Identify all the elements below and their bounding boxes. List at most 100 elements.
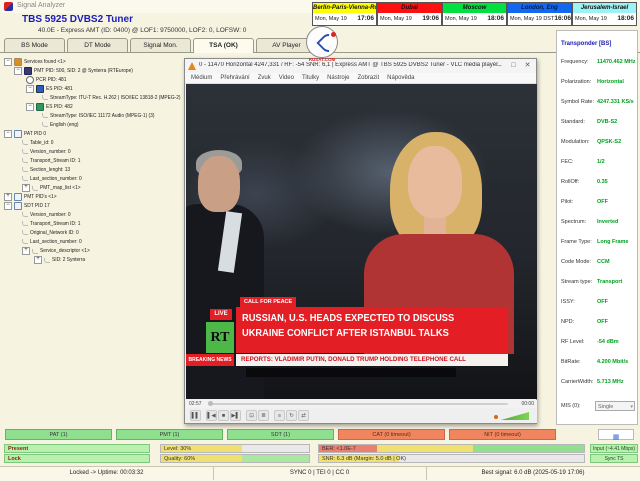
stop-button[interactable]: ■ — [218, 410, 229, 421]
extended-settings-button[interactable]: ≣ — [258, 410, 269, 421]
vlc-maximize-icon[interactable]: □ — [507, 61, 520, 71]
param-label: Frame Type: — [561, 239, 592, 245]
psi-table-button[interactable]: ▦ — [598, 429, 634, 440]
playlist-button[interactable]: ≡ — [274, 410, 285, 421]
clock-city: Dubai — [378, 3, 441, 13]
leaf-connector-icon — [42, 122, 48, 127]
quality-bar: Quality: 60% — [160, 454, 310, 463]
collapse-icon[interactable]: − — [14, 67, 22, 75]
param-label: NPD: — [561, 319, 574, 325]
news-kicker: CALL FOR PEACE — [240, 297, 296, 307]
leaf-connector-icon — [42, 113, 48, 118]
param-value: QPSK-S2 — [597, 139, 621, 145]
tree-item[interactable]: −PAT PID 0 — [4, 130, 49, 139]
rt-logo: RT — [206, 322, 234, 353]
next-button[interactable]: ▶▌ — [230, 410, 241, 421]
param-label: FEC: — [561, 159, 574, 165]
tree-item[interactable]: Version_number: 0 — [22, 148, 76, 157]
tree-item[interactable]: +Service_descriptor <1> — [22, 247, 97, 256]
tree-item[interactable]: PCR PID: 481 — [26, 76, 71, 85]
level-bar: Level: 30% — [160, 444, 310, 453]
collapse-icon[interactable]: − — [4, 58, 12, 66]
video-area[interactable]: CALL FOR PEACE LIVE RT RUSSIAN, U.S. HEA… — [186, 84, 537, 399]
vlc-minimize-icon[interactable]: – — [493, 61, 506, 71]
tree-item[interactable]: StreamType: ITU-T Rec. H.262 | ISO/IEC 1… — [42, 94, 182, 103]
leaf-connector-icon — [22, 149, 28, 154]
tab-signal-mon[interactable]: Signal Mon. — [130, 38, 191, 52]
tab-tsa[interactable]: TSA (OK) — [193, 38, 254, 53]
menu-help[interactable]: Nápověda — [387, 75, 414, 81]
volume-slider[interactable] — [501, 412, 529, 420]
psi-sdt: SDT (1) — [227, 429, 334, 440]
tree-item[interactable]: Transport_Stream ID: 1 — [22, 220, 87, 229]
tree-item[interactable]: Section_lenght: 13 — [22, 166, 76, 175]
tree-item[interactable]: Version_number: 0 — [22, 211, 76, 220]
snr-bar: SNR: 6.3 dB (Margin: 5.0 dB | OK) — [318, 454, 585, 463]
param-value: Horizontal — [597, 79, 624, 85]
collapse-icon[interactable]: − — [26, 103, 34, 111]
tree-item[interactable]: +PMT_map_list <1> — [22, 184, 86, 193]
tree-item[interactable]: StreamType: ISO/IEC 11172 Audio (MPEG-1)… — [42, 112, 169, 121]
sync-ts-indicator: Sync TS — [590, 454, 638, 463]
loop-button[interactable]: ↻ — [286, 410, 297, 421]
pause-button[interactable]: ▌▌ — [190, 410, 201, 421]
mis-dropdown[interactable]: Single▾ — [595, 401, 635, 411]
fullscreen-button[interactable]: ⊡ — [246, 410, 257, 421]
tree-item[interactable]: −PMT PID: 500, SID: 2 @ Synterra (RTEuro… — [14, 67, 146, 76]
collapse-icon[interactable]: − — [4, 202, 12, 210]
tab-bs-mode[interactable]: BS Mode — [4, 38, 65, 52]
clock-date: Mon, May 19 — [575, 13, 607, 25]
app-icon — [4, 2, 13, 11]
previous-button[interactable]: ▌◀ — [206, 410, 217, 421]
clock-time: 17:06 — [357, 13, 374, 25]
status-best-signal: Best signal: 6.0 dB (2025-05-19 17:06) — [426, 467, 640, 480]
expand-icon[interactable]: + — [22, 247, 30, 255]
param-label: Modulation: — [561, 139, 589, 145]
tree-item[interactable]: Last_section_number: 0 — [22, 238, 89, 247]
menu-playback[interactable]: Přehrávání — [220, 75, 249, 81]
menu-media[interactable]: Médium — [191, 75, 212, 81]
headline-line2: UKRAINE CONFLICT AFTER ISTANBUL TALKS — [242, 326, 489, 341]
ber-fill-green — [473, 445, 584, 452]
menu-audio[interactable]: Zvuk — [258, 75, 271, 81]
seek-bar[interactable] — [208, 403, 508, 405]
tree-item[interactable]: Last_section_number: 0 — [22, 175, 89, 184]
tree-item[interactable]: Transport_Stream ID: 1 — [22, 157, 87, 166]
menu-subtitles[interactable]: Titulky — [302, 75, 319, 81]
clock-berlin: Berlin-Paris-Vienna-Roma Mon, May 1917:0… — [312, 2, 377, 26]
expand-icon[interactable]: + — [34, 256, 42, 264]
clock-moscow: Moscow Mon, May 1918:06 — [442, 2, 507, 26]
service-tree: −Services found <1> −PMT PID: 500, SID: … — [2, 56, 182, 424]
vlc-titlebar[interactable]: 0 - 11470 Horizontal 4247,331 / RF: -54 … — [185, 59, 536, 73]
clock-date: Mon, May 19 — [315, 13, 347, 25]
tree-item[interactable]: −ES PID: 481 — [26, 85, 76, 94]
vlc-menubar: Médium Přehrávání Zvuk Video Titulky Nástroje… — [185, 73, 536, 84]
tree-item[interactable]: −SDT PID 17 — [4, 202, 53, 211]
leaf-connector-icon — [22, 140, 28, 145]
menu-view[interactable]: Zobrazit — [357, 75, 379, 81]
tree-item[interactable]: −Services found <1> — [4, 58, 71, 67]
tree-item[interactable]: Original_Network ID: 0 — [22, 229, 85, 238]
vlc-controls: ▌▌ ▌◀ ■ ▶▌ ⊡ ≣ ≡ ↻ ⇄ — [186, 408, 537, 423]
tree-item[interactable]: Table_id: 0 — [22, 139, 57, 148]
expand-icon[interactable]: + — [4, 193, 12, 201]
expand-icon[interactable]: + — [22, 184, 30, 192]
menu-video[interactable]: Video — [279, 75, 294, 81]
clock-date: Mon, May 19 DST — [510, 13, 554, 25]
menu-tools[interactable]: Nástroje — [327, 75, 349, 81]
tree-item[interactable]: English (eng) — [42, 121, 82, 130]
tab-dt-mode[interactable]: DT Mode — [67, 38, 128, 52]
collapse-icon[interactable]: − — [26, 85, 34, 93]
vlc-close-icon[interactable]: ✕ — [521, 61, 534, 71]
psi-pmt: PMT (1) — [116, 429, 223, 440]
tree-item[interactable]: +SID: 2 Synterra — [34, 256, 90, 265]
param-value: 1/2 — [597, 159, 605, 165]
param-value: DVB-S2 — [597, 119, 617, 125]
tree-item[interactable]: −ES PID: 482 — [26, 103, 76, 112]
random-button[interactable]: ⇄ — [298, 410, 309, 421]
collapse-icon[interactable]: − — [4, 130, 12, 138]
vlc-window-title: 0 - 11470 Horizontal 4247,331 / RF: -54 … — [199, 62, 499, 68]
seek-handle[interactable] — [208, 401, 213, 406]
param-label: Spectrum: — [561, 219, 586, 225]
tree-item[interactable]: +PMT PID's <1> — [4, 193, 61, 202]
